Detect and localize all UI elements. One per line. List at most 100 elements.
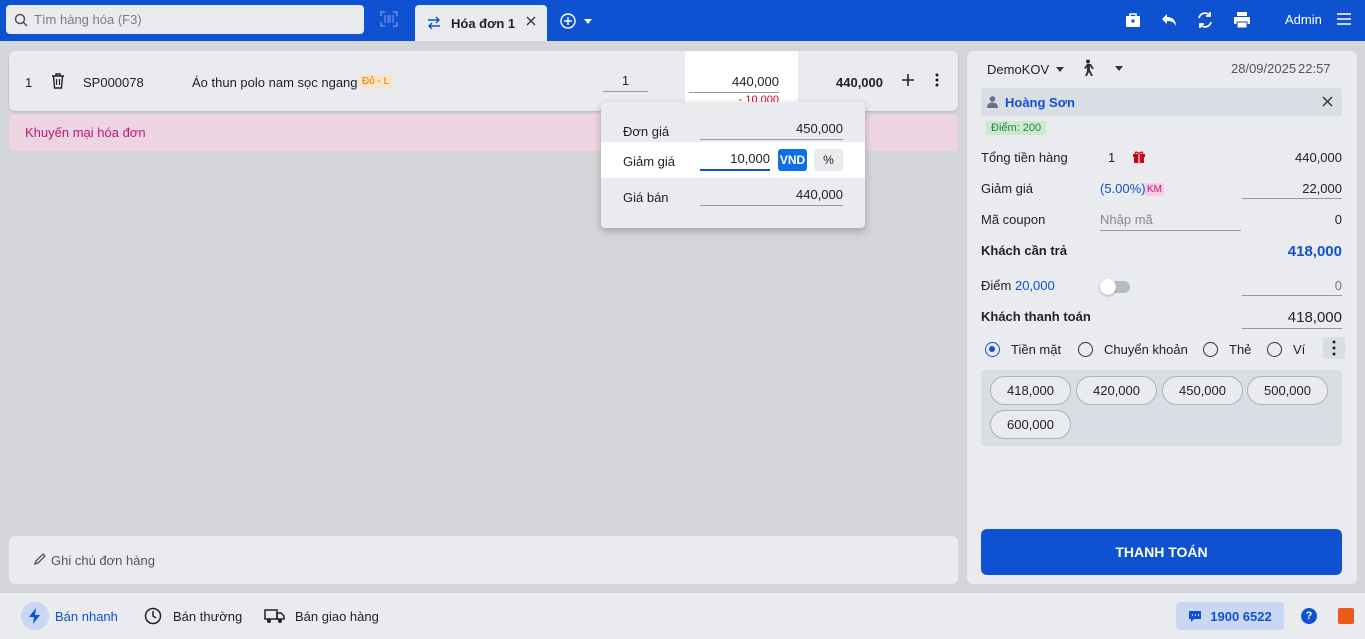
payment-more-button[interactable]: [1323, 337, 1345, 359]
points-value: 20,000: [1014, 278, 1055, 293]
tab-invoice-1[interactable]: Hóa đơn 1: [415, 5, 547, 41]
discount-input[interactable]: 22,000: [1242, 181, 1342, 199]
quick-amount-button[interactable]: 418,000: [990, 376, 1071, 405]
subtotal-label: Tổng tiền hàng: [981, 150, 1068, 165]
mode-quick-sale[interactable]: Bán nhanh: [21, 600, 118, 632]
swap-icon[interactable]: [427, 16, 441, 30]
item-variant-badge: Đỏ - L: [359, 75, 393, 88]
order-time: 22:57: [1298, 61, 1331, 76]
clock-icon: [139, 602, 167, 630]
quick-amount-button[interactable]: 450,000: [1162, 376, 1243, 405]
sale-price-input[interactable]: 440,000: [700, 187, 843, 206]
chat-bubble-icon: [1189, 610, 1202, 622]
payment-wallet-label[interactable]: Ví: [1293, 342, 1305, 357]
item-code: SP000078: [83, 75, 144, 90]
plus-icon[interactable]: [901, 73, 915, 87]
item-index: 1: [25, 75, 33, 90]
refresh-icon[interactable]: [1196, 11, 1214, 29]
payment-card-label[interactable]: Thẻ: [1229, 342, 1251, 357]
user-name[interactable]: Admin: [1285, 12, 1322, 27]
printer-icon[interactable]: [1233, 11, 1251, 29]
close-icon[interactable]: [525, 15, 537, 27]
mode-normal-sale-label: Bán thường: [173, 608, 243, 624]
unit-price-input[interactable]: 450,000: [700, 121, 843, 140]
payment-methods: Tiền mặt Chuyển khoản Thẻ Ví: [985, 337, 1345, 363]
amount-due-label: Khách cần trả: [981, 243, 1067, 258]
pencil-icon: [33, 553, 46, 566]
chevron-down-icon[interactable]: [1115, 66, 1123, 71]
close-icon[interactable]: [1322, 96, 1333, 107]
coupon-row: Mã coupon Nhập mã 0: [981, 212, 1342, 236]
points-label: Điểm 20,000: [981, 278, 1055, 293]
top-bar: Hóa đơn 1 Admin: [0, 0, 1365, 41]
customer-name[interactable]: Hoàng Sơn: [1005, 95, 1075, 110]
search-input[interactable]: [34, 12, 334, 27]
chevron-down-icon[interactable]: [582, 15, 594, 27]
payment-wallet-radio[interactable]: [1267, 342, 1282, 357]
coupon-input[interactable]: Nhập mã: [1100, 212, 1241, 231]
payment-cash-radio[interactable]: [985, 342, 1000, 357]
quantity-input[interactable]: 1: [603, 73, 648, 92]
add-tab-button[interactable]: [560, 13, 594, 29]
quick-amounts: 418,000 420,000 450,000 500,000 600,000: [981, 370, 1342, 446]
promo-label[interactable]: Khuyến mại hóa đơn: [25, 125, 146, 140]
lightning-icon: [21, 602, 49, 630]
customer-paid-label: Khách thanh toán: [981, 309, 1091, 324]
price-edit-popup: Đơn giá 450,000 Giảm giá 10,000 VND % Gi…: [601, 102, 865, 228]
more-vertical-icon[interactable]: [935, 73, 939, 87]
subtotal-row: Tổng tiền hàng 1 440,000: [981, 150, 1342, 174]
item-name: Áo thun polo nam sọc ngang: [192, 75, 358, 90]
menu-icon[interactable]: [1337, 13, 1351, 25]
discount-unit-vnd-button[interactable]: VND: [778, 149, 807, 171]
undo-icon[interactable]: [1160, 11, 1178, 29]
help-icon[interactable]: ?: [1301, 608, 1317, 624]
order-note[interactable]: Ghi chú đơn hàng: [9, 536, 958, 584]
pay-button[interactable]: THANH TOÁN: [981, 529, 1342, 575]
search-box[interactable]: [6, 5, 364, 34]
bottom-bar: Bán nhanh Bán thường Bán giao hàng 1900 …: [0, 593, 1365, 639]
points-label-text: Điểm: [981, 278, 1012, 293]
mode-normal-sale[interactable]: Bán thường: [139, 600, 242, 632]
item-total: 440,000: [836, 75, 883, 90]
mode-quick-sale-label: Bán nhanh: [55, 608, 118, 624]
chat-icon[interactable]: [1338, 608, 1354, 624]
payment-transfer-radio[interactable]: [1078, 342, 1093, 357]
discount-label: Giảm giá: [623, 154, 676, 169]
mode-delivery-sale-label: Bán giao hàng: [295, 608, 379, 624]
add-circle-icon[interactable]: [560, 13, 576, 29]
sale-price-row: Giá bán 440,000: [601, 178, 865, 214]
tab-label: Hóa đơn 1: [451, 15, 516, 31]
discount-row: Giảm giá 10,000 VND %: [601, 142, 865, 178]
seller-name[interactable]: DemoKOV: [987, 62, 1049, 77]
chevron-down-icon[interactable]: [1056, 67, 1065, 72]
item-price[interactable]: 440,000: [689, 74, 779, 93]
discount-percent: (5.00%): [1100, 181, 1146, 196]
quick-amount-button[interactable]: 500,000: [1247, 376, 1328, 405]
more-vertical-icon[interactable]: [1323, 337, 1345, 359]
discount-label: Giảm giá: [981, 181, 1034, 196]
points-toggle[interactable]: [1100, 279, 1130, 295]
order-note-placeholder[interactable]: Ghi chú đơn hàng: [51, 553, 155, 568]
quick-amount-button[interactable]: 600,000: [990, 410, 1071, 439]
payment-transfer-label[interactable]: Chuyển khoản: [1104, 342, 1188, 357]
payment-cash-label[interactable]: Tiền mặt: [1011, 342, 1061, 357]
points-amount-input[interactable]: 0: [1242, 278, 1342, 296]
barcode-scan-icon[interactable]: [380, 11, 398, 27]
checkout-panel: DemoKOV 28/09/2025 22:57 Hoàng Sơn Điểm:…: [967, 51, 1357, 584]
quick-amount-button[interactable]: 420,000: [1076, 376, 1157, 405]
coupon-label: Mã coupon: [981, 212, 1046, 227]
hotline-button[interactable]: 1900 6522: [1176, 602, 1284, 630]
customer-paid-input[interactable]: 418,000: [1242, 309, 1342, 329]
trash-icon[interactable]: [51, 73, 65, 89]
seller-select[interactable]: DemoKOV: [987, 62, 1065, 77]
unit-price-label: Đơn giá: [623, 124, 670, 139]
walking-icon[interactable]: [1080, 59, 1094, 77]
mode-delivery-sale[interactable]: Bán giao hàng: [261, 600, 379, 632]
payment-card-radio[interactable]: [1203, 342, 1218, 357]
gift-icon[interactable]: [1133, 151, 1145, 164]
bag-icon[interactable]: [1124, 11, 1142, 29]
sale-price-label: Giá bán: [623, 190, 669, 205]
discount-unit-percent-button[interactable]: %: [814, 149, 843, 171]
discount-input[interactable]: 10,000: [700, 151, 770, 171]
customer-field[interactable]: Hoàng Sơn: [981, 88, 1342, 116]
